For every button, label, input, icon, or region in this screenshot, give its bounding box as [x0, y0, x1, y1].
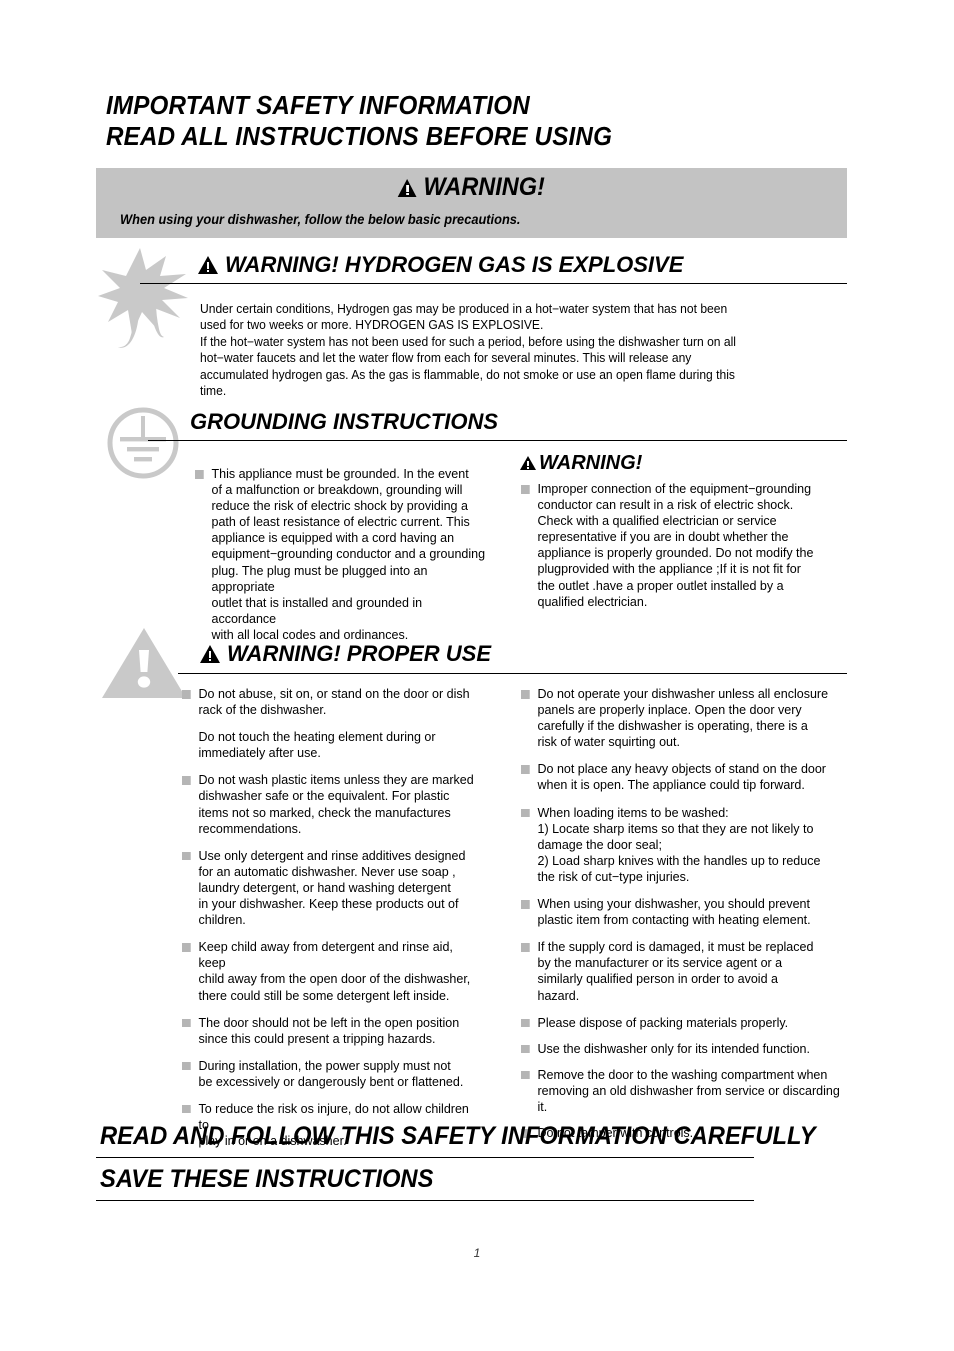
grounding-right-list: Improper connection of the equipment−gro…: [521, 481, 833, 621]
page-number: 1: [473, 1246, 481, 1260]
list-item: Please dispose of packing materials prop…: [521, 1015, 841, 1031]
warning-banner-subtitle: When using your dishwasher, follow the b…: [120, 212, 521, 227]
bullet-square-icon: [521, 1070, 530, 1080]
bullet-square-icon: [182, 943, 191, 952]
list-item: The door should not be left in the open …: [182, 1015, 483, 1047]
list-item: During installation, the power supply mu…: [182, 1058, 483, 1090]
list-item-text: Use the dishwasher only for its intended…: [537, 1040, 810, 1056]
list-item: Do not operate your dishwasher unless al…: [521, 686, 841, 750]
list-item: This appliance must be grounded. In the …: [195, 466, 486, 643]
grounding-section-rule: [148, 440, 847, 441]
footer-heading-save-instructions: SAVE THESE INSTRUCTIONS: [100, 1165, 434, 1193]
list-item-text: Do not operate your dishwasher unless al…: [537, 686, 829, 750]
page-title: IMPORTANT SAFETY INFORMATION READ ALL IN…: [106, 90, 813, 152]
list-item-text: The door should not be left in the open …: [198, 1014, 460, 1046]
bullet-square-icon: [182, 690, 191, 699]
page-canvas: IMPORTANT SAFETY INFORMATION READ ALL IN…: [0, 0, 954, 1351]
list-item: Do not wash plastic items unless they ar…: [182, 772, 483, 836]
warning-triangle-icon: [100, 624, 188, 702]
list-item-text: Please dispose of packing materials prop…: [537, 1014, 789, 1030]
hydrogen-section-rule: [140, 283, 847, 284]
page-title-line1: IMPORTANT SAFETY INFORMATION: [106, 90, 530, 120]
explosion-burst-icon: [96, 246, 192, 351]
list-item-text: Do not wash plastic items unless they ar…: [198, 772, 474, 836]
grounding-section-heading: GROUNDING INSTRUCTIONS: [190, 409, 498, 434]
bullet-square-icon: [521, 900, 530, 909]
list-item: When using your dishwasher, you should p…: [521, 896, 841, 928]
list-item-text: This appliance must be grounded. In the …: [211, 466, 486, 642]
warning-banner-title-text: WARNING!: [423, 173, 545, 201]
bullet-square-icon: [521, 765, 530, 774]
proper-use-right-list: Do not operate your dishwasher unless al…: [521, 686, 851, 1151]
list-item-text: If the supply cord is damaged, it must b…: [537, 939, 814, 1003]
hydrogen-section-heading-text: WARNING! HYDROGEN GAS IS EXPLOSIVE: [225, 252, 684, 277]
list-item-text: Do not touch the heating element during …: [198, 729, 436, 761]
list-item: Improper connection of the equipment−gro…: [521, 481, 824, 610]
grounding-warning-title-text: WARNING!: [539, 452, 643, 474]
warning-triangle-icon: [198, 256, 218, 274]
bullet-square-icon: [521, 690, 530, 699]
list-item: If the supply cord is damaged, it must b…: [521, 939, 841, 1003]
list-item-text: When using your dishwasher, you should p…: [537, 896, 811, 928]
bullet-square-icon: [182, 1061, 191, 1071]
grounding-left-list: This appliance must be grounded. In the …: [195, 466, 495, 654]
list-item-text: Do not place any heavy objects of stand …: [537, 761, 826, 793]
footer-rule-lower: [96, 1200, 754, 1201]
bullet-square-icon: [195, 470, 204, 479]
list-item-text: Do not abuse, sit on, or stand on the do…: [198, 686, 470, 718]
list-item-text: Use only detergent and rinse additives d…: [198, 847, 466, 928]
bullet-square-icon: [521, 1044, 530, 1054]
grounding-warning-title: WARNING!: [520, 452, 642, 474]
footer-heading-read-follow: READ AND FOLLOW THIS SAFETY INFORMATION …: [100, 1122, 816, 1150]
bullet-square-icon: [521, 943, 530, 952]
list-item: Do not touch the heating element during …: [182, 729, 483, 761]
bullet-square-icon: [521, 485, 530, 494]
list-item-text: Keep child away from detergent and rinse…: [198, 939, 471, 1003]
list-item-text: During installation, the power supply mu…: [198, 1057, 464, 1089]
proper-use-section-heading-text: WARNING! PROPER USE: [227, 641, 492, 666]
bullet-square-icon: [182, 1018, 191, 1028]
proper-use-section-heading: WARNING! PROPER USE: [200, 641, 491, 667]
page-title-line2: READ ALL INSTRUCTIONS BEFORE USING: [106, 121, 613, 151]
proper-use-left-list: Do not abuse, sit on, or stand on the do…: [182, 686, 492, 1160]
list-item-text: Improper connection of the equipment−gro…: [537, 481, 814, 609]
list-item: Use the dishwasher only for its intended…: [521, 1041, 841, 1057]
list-item: Remove the door to the washing compartme…: [521, 1067, 841, 1115]
hydrogen-section-body: Under certain conditions, Hydrogen gas m…: [200, 302, 736, 399]
bullet-square-icon: [521, 1018, 530, 1028]
bullet-square-icon: [521, 808, 530, 818]
list-item: Do not abuse, sit on, or stand on the do…: [182, 686, 483, 718]
warning-banner-title: WARNING!: [119, 173, 825, 202]
warning-banner: WARNING! When using your dishwasher, fol…: [96, 168, 847, 238]
list-item: Use only detergent and rinse additives d…: [182, 848, 483, 928]
earth-ground-icon: [104, 404, 182, 482]
hydrogen-section-heading: WARNING! HYDROGEN GAS IS EXPLOSIVE: [198, 252, 683, 278]
list-item: Keep child away from detergent and rinse…: [182, 939, 483, 1003]
bullet-square-icon: [182, 851, 191, 861]
list-item: When loading items to be washed: 1) Loca…: [521, 805, 841, 885]
warning-triangle-icon: [520, 456, 536, 470]
warning-triangle-icon: [398, 179, 417, 197]
bullet-square-icon: [182, 1104, 191, 1114]
warning-triangle-icon: [200, 645, 220, 663]
proper-use-section-rule: [178, 673, 847, 674]
bullet-square-icon: [182, 776, 191, 785]
footer-rule-upper: [96, 1157, 754, 1158]
list-item: Do not place any heavy objects of stand …: [521, 761, 841, 793]
list-item-text: When loading items to be washed: 1) Loca…: [537, 804, 821, 884]
list-item-text: Remove the door to the washing compartme…: [537, 1066, 840, 1114]
